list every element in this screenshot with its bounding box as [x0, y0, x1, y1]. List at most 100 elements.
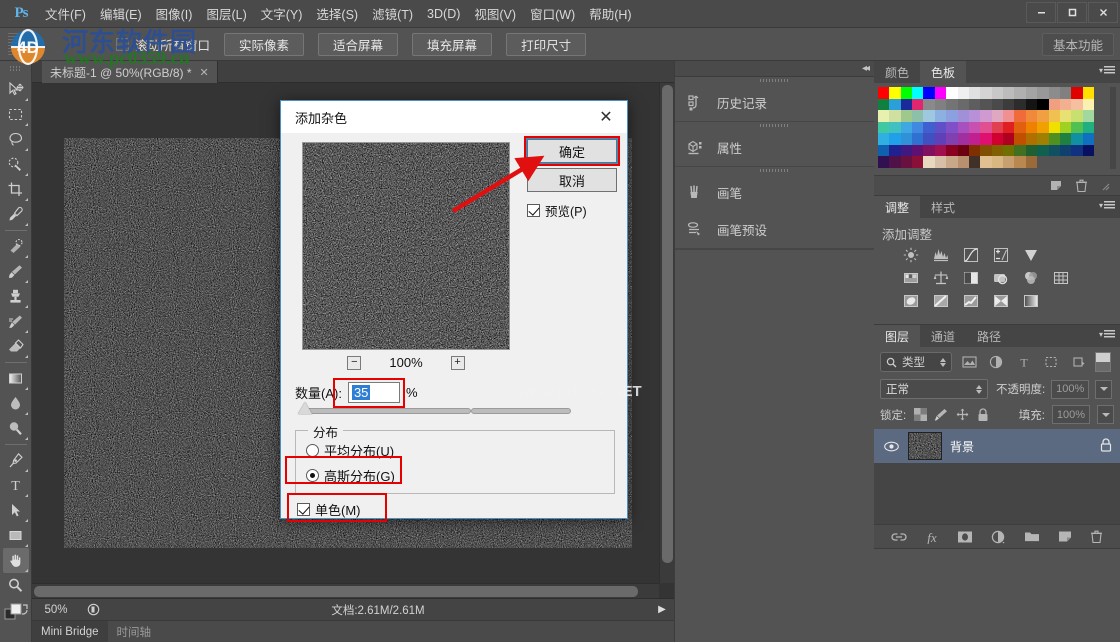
gaussian-radio[interactable]	[306, 469, 319, 482]
dock-item-history[interactable]: 历史记录	[675, 84, 874, 121]
color-swatch[interactable]	[1037, 144, 1049, 156]
chevron-updown-icon[interactable]	[976, 384, 982, 394]
new-swatch-icon[interactable]	[1049, 179, 1063, 192]
color-swatch[interactable]	[1082, 144, 1094, 156]
color-swatch[interactable]	[1071, 121, 1083, 133]
maximize-button[interactable]	[1057, 2, 1087, 23]
color-swatch[interactable]	[946, 133, 958, 145]
color-swatch[interactable]	[900, 87, 913, 99]
color-swatch[interactable]	[946, 98, 958, 110]
brush-tool[interactable]	[3, 259, 29, 284]
clone-stamp-tool[interactable]	[3, 284, 29, 309]
lasso-tool[interactable]	[3, 127, 29, 152]
dock-item-properties[interactable]: 属性	[675, 129, 874, 166]
color-swatch[interactable]	[1082, 133, 1094, 145]
history-brush-tool[interactable]	[3, 309, 29, 334]
color-swatch[interactable]	[1037, 87, 1049, 99]
preview-checkbox[interactable]: 预览(P)	[527, 201, 587, 220]
type-filter-icon[interactable]: T	[1013, 352, 1034, 372]
amount-slider-track-right[interactable]	[471, 408, 571, 414]
color-swatch[interactable]	[1003, 98, 1015, 110]
color-swatch[interactable]	[923, 121, 935, 133]
rectangle-tool[interactable]	[3, 523, 29, 548]
color-swatch[interactable]	[1025, 121, 1038, 133]
color-swatch[interactable]	[1014, 156, 1026, 168]
color-swatch[interactable]	[1014, 98, 1026, 110]
color-swatch[interactable]	[968, 133, 981, 145]
color-swatch[interactable]	[1014, 87, 1026, 99]
color-swatch[interactable]	[991, 133, 1004, 145]
color-swatch[interactable]	[957, 98, 969, 110]
blend-mode-select[interactable]: 正常	[880, 379, 988, 399]
path-selection-tool[interactable]	[3, 498, 29, 523]
layer-mask-icon[interactable]	[957, 530, 973, 544]
adjustment-filter-icon[interactable]	[986, 352, 1007, 372]
color-swatch[interactable]	[934, 144, 947, 156]
opacity-value[interactable]: 100%	[1051, 379, 1090, 399]
zoom-level-field[interactable]: 50%	[32, 604, 80, 616]
cancel-button[interactable]: 取消	[527, 168, 617, 192]
tab-timeline[interactable]: 时间轴	[108, 621, 161, 642]
lock-transparency-icon[interactable]	[913, 408, 927, 422]
color-swatch[interactable]	[957, 87, 969, 99]
color-swatch[interactable]	[1071, 144, 1083, 156]
color-swatch[interactable]	[900, 121, 913, 133]
color-swatch[interactable]	[1003, 156, 1015, 168]
color-swatch[interactable]	[968, 87, 981, 99]
color-swatch[interactable]	[968, 98, 981, 110]
new-layer-icon[interactable]	[1058, 530, 1072, 543]
panel-menu-button[interactable]: ▾	[1099, 330, 1115, 339]
color-swatch[interactable]	[957, 133, 969, 145]
color-swatch[interactable]	[912, 156, 924, 168]
color-swatch[interactable]	[1071, 110, 1083, 122]
actual-pixels-button[interactable]: 实际像素	[224, 32, 305, 56]
color-swatch[interactable]	[1048, 98, 1060, 110]
zoom-in-button[interactable]: +	[450, 355, 465, 370]
color-swatch[interactable]	[1003, 133, 1015, 145]
color-swatch[interactable]	[878, 121, 890, 133]
color-swatch[interactable]	[889, 133, 901, 145]
type-tool[interactable]: T	[3, 473, 29, 498]
brightness-contrast-icon[interactable]	[902, 247, 920, 263]
color-swatch[interactable]	[1059, 87, 1072, 99]
menu-type[interactable]: 文字(Y)	[254, 0, 310, 27]
close-button[interactable]	[1088, 2, 1118, 23]
hand-tool[interactable]	[2, 548, 29, 573]
color-swatch[interactable]	[968, 144, 981, 156]
color-swatch[interactable]	[1059, 121, 1072, 133]
pixel-filter-icon[interactable]	[958, 352, 979, 372]
color-swatch[interactable]	[1025, 156, 1038, 168]
color-swatch[interactable]	[1037, 133, 1049, 145]
color-swatch[interactable]	[934, 121, 947, 133]
document-proxy-icon[interactable]	[80, 603, 106, 616]
blur-tool[interactable]	[3, 391, 29, 416]
swatches-scrollbar[interactable]	[1110, 87, 1116, 169]
color-swatch[interactable]	[1037, 98, 1049, 110]
color-swatch[interactable]	[923, 156, 935, 168]
menu-layer[interactable]: 图层(L)	[199, 0, 253, 27]
color-swatch[interactable]	[1071, 87, 1083, 99]
color-swatch[interactable]	[900, 156, 913, 168]
tab-channels[interactable]: 通道	[920, 325, 966, 347]
color-swatch[interactable]	[1048, 87, 1060, 99]
status-menu-arrow-icon[interactable]: ▶	[650, 604, 674, 615]
color-swatch[interactable]	[923, 144, 935, 156]
color-swatch[interactable]	[934, 110, 947, 122]
menu-view[interactable]: 视图(V)	[467, 0, 523, 27]
zoom-tool[interactable]	[3, 573, 29, 598]
table-row[interactable]: 背景	[874, 429, 1120, 463]
add-noise-dialog[interactable]: 添加杂色 ✕ 确定 取消 预览(P) − 100% + 数量(A): 35 % …	[280, 100, 628, 522]
color-swatch[interactable]	[923, 87, 935, 99]
color-swatch[interactable]	[934, 87, 947, 99]
color-swatch[interactable]	[889, 98, 901, 110]
layer-filter-select[interactable]: 类型	[880, 352, 953, 372]
color-swatch[interactable]	[1025, 144, 1038, 156]
color-swatch[interactable]	[1037, 110, 1049, 122]
curves-icon[interactable]	[962, 247, 980, 263]
fill-value[interactable]: 100%	[1052, 405, 1090, 424]
color-swatch[interactable]	[957, 110, 969, 122]
tab-swatches[interactable]: 色板	[920, 61, 967, 83]
color-swatch[interactable]	[991, 98, 1004, 110]
color-swatch[interactable]	[878, 98, 890, 110]
lock-image-icon[interactable]	[934, 408, 948, 422]
